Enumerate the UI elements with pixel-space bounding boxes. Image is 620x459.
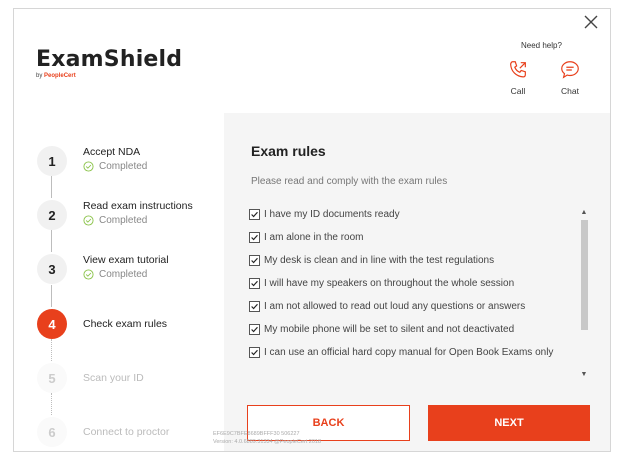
check-circle-icon: [83, 269, 94, 280]
app-window: ExamShield by PeopleCert Need help? Call…: [13, 8, 611, 452]
app-logo: ExamShield by PeopleCert: [36, 47, 182, 79]
rule-item[interactable]: My mobile phone will be set to silent an…: [249, 323, 579, 336]
build-info: EF6E9C7BFE8689BFFF30 506227 Version: 4.0…: [213, 430, 321, 446]
step-title: Scan your ID: [83, 372, 144, 384]
checkbox-checked[interactable]: [249, 347, 260, 358]
page-subtitle: Please read and comply with the exam rul…: [251, 176, 448, 187]
step-status-text: Completed: [99, 161, 148, 172]
next-button[interactable]: NEXT: [428, 405, 590, 441]
step-check-exam-rules: 4 Check exam rules: [37, 309, 222, 357]
checkbox-checked[interactable]: [249, 209, 260, 220]
rule-item[interactable]: I am alone in the room: [249, 231, 579, 244]
rule-text: I will have my speakers on throughout th…: [264, 278, 515, 289]
checkmark-icon: [251, 303, 258, 310]
step-number: 6: [37, 417, 67, 447]
step-number: 3: [37, 254, 67, 284]
step-title: Accept NDA: [83, 146, 141, 158]
close-icon[interactable]: [580, 11, 602, 33]
step-list: 1 Accept NDA Completed 2 Read exam instr…: [14, 113, 224, 451]
step-read-exam-instructions: 2 Read exam instructions Completed: [37, 200, 222, 248]
scroll-up-icon[interactable]: ▲: [579, 208, 589, 218]
rules-scrollbar[interactable]: ▲ ▼: [579, 208, 589, 380]
step-view-exam-tutorial: 3 View exam tutorial Completed: [37, 254, 222, 302]
phone-icon: [510, 61, 526, 78]
scroll-down-icon[interactable]: ▼: [579, 370, 589, 380]
rule-item[interactable]: My desk is clean and in line with the te…: [249, 254, 579, 267]
rule-item[interactable]: I can use an official hard copy manual f…: [249, 346, 579, 359]
rule-item[interactable]: I have my ID documents ready: [249, 208, 579, 221]
check-circle-icon: [83, 161, 94, 172]
checkmark-icon: [251, 257, 258, 264]
rules-list[interactable]: I have my ID documents ready I am alone …: [249, 208, 579, 376]
step-scan-your-id: 5 Scan your ID: [37, 363, 222, 411]
step-title: Connect to proctor: [83, 426, 170, 438]
rule-text: I am not allowed to read out loud any qu…: [264, 301, 526, 312]
step-status-text: Completed: [99, 215, 148, 226]
byline-prefix: by: [36, 73, 43, 79]
rule-text: I have my ID documents ready: [264, 209, 400, 220]
app-name: ExamShield: [36, 47, 183, 72]
scroll-thumb[interactable]: [581, 220, 588, 330]
version-text: Version: 4.0.6889.31334 @PeopleCert 2018: [213, 439, 322, 445]
rule-text: I am alone in the room: [264, 232, 364, 243]
steps-sidebar: 1 Accept NDA Completed 2 Read exam instr…: [14, 113, 224, 451]
step-title: Read exam instructions: [83, 200, 193, 212]
rule-text: My desk is clean and in line with the te…: [264, 255, 495, 266]
rule-item[interactable]: I will have my speakers on throughout th…: [249, 277, 579, 290]
chat-label: Chat: [561, 86, 579, 96]
checkbox-checked[interactable]: [249, 255, 260, 266]
checkmark-icon: [251, 234, 258, 241]
checkmark-icon: [251, 211, 258, 218]
main-panel: Exam rules Please read and comply with t…: [224, 113, 610, 451]
chat-button[interactable]: Chat: [553, 59, 587, 96]
checkbox-checked[interactable]: [249, 278, 260, 289]
checkmark-icon: [251, 349, 258, 356]
byline-brand: PeopleCert: [44, 73, 76, 79]
rule-item[interactable]: I am not allowed to read out loud any qu…: [249, 300, 579, 313]
step-number: 5: [37, 363, 67, 393]
step-status: Completed: [83, 161, 147, 172]
app-byline: by PeopleCert: [36, 73, 182, 79]
step-title: View exam tutorial: [83, 254, 169, 266]
rule-text: I can use an official hard copy manual f…: [264, 347, 554, 358]
step-number: 1: [37, 146, 67, 176]
checkbox-checked[interactable]: [249, 324, 260, 335]
step-status-text: Completed: [99, 269, 148, 280]
step-title: Check exam rules: [83, 318, 168, 330]
step-number: 2: [37, 200, 67, 230]
checkbox-checked[interactable]: [249, 301, 260, 312]
step-status: Completed: [83, 269, 147, 280]
checkmark-icon: [251, 280, 258, 287]
chat-bubble-icon: [561, 61, 579, 79]
help-label: Need help?: [521, 41, 562, 50]
step-number: 4: [37, 309, 67, 339]
step-status: Completed: [83, 215, 147, 226]
page-title: Exam rules: [251, 143, 326, 159]
step-accept-nda: 1 Accept NDA Completed: [37, 146, 222, 194]
build-id: EF6E9C7BFE8689BFFF30 506227: [213, 431, 300, 437]
call-button[interactable]: Call: [501, 59, 535, 96]
checkbox-checked[interactable]: [249, 232, 260, 243]
rule-text: My mobile phone will be set to silent an…: [264, 324, 515, 335]
call-label: Call: [510, 86, 526, 96]
check-circle-icon: [83, 215, 94, 226]
step-connect-to-proctor: 6 Connect to proctor: [37, 417, 222, 451]
checkmark-icon: [251, 326, 258, 333]
